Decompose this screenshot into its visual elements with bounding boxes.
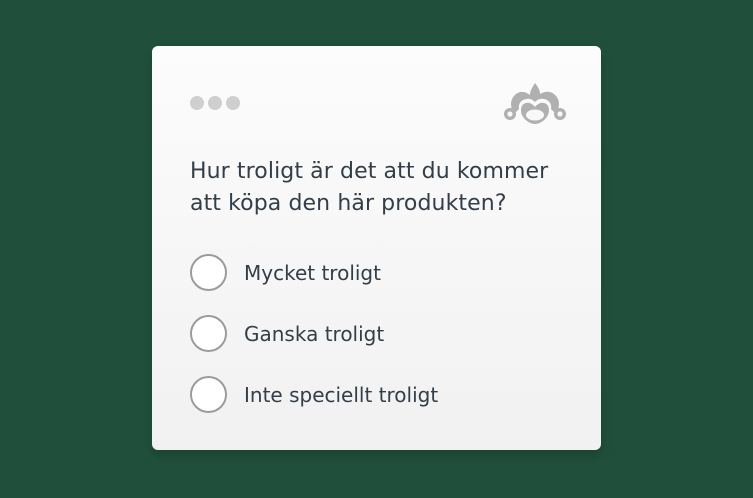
radio-button[interactable] — [190, 254, 227, 291]
option-label: Inte speciellt troligt — [244, 382, 439, 407]
option-label: Ganska troligt — [244, 321, 385, 346]
option-inte-speciellt-troligt[interactable]: Inte speciellt troligt — [190, 374, 438, 415]
dot-2 — [208, 96, 222, 110]
survey-question: Hur troligt är det att du kommer att köp… — [190, 159, 549, 216]
radio-button[interactable] — [190, 315, 227, 352]
radio-button[interactable] — [190, 376, 227, 413]
option-label: Mycket troligt — [244, 260, 381, 285]
dot-3 — [226, 96, 240, 110]
survey-card: Hur troligt är det att du kommer att köp… — [152, 46, 601, 450]
monkey-logo-icon — [504, 83, 566, 124]
dot-1 — [190, 96, 204, 110]
window-dots-icon — [190, 96, 240, 110]
option-ganska-troligt[interactable]: Ganska troligt — [190, 313, 438, 354]
answer-options: Mycket troligt Ganska troligt Inte speci… — [190, 252, 438, 435]
option-mycket-troligt[interactable]: Mycket troligt — [190, 252, 438, 293]
